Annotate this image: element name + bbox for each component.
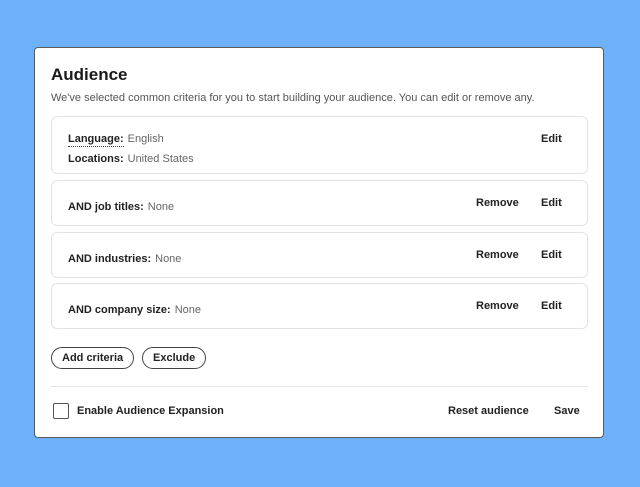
reset-audience-button[interactable]: Reset audience — [448, 405, 529, 417]
language-label: Language: — [68, 133, 124, 147]
criteria-row-company-size: AND company size: None Remove Edit — [51, 283, 588, 329]
company-size-value: None — [174, 304, 201, 316]
audience-expansion-label: Enable Audience Expansion — [77, 405, 224, 417]
add-criteria-button[interactable]: Add criteria — [51, 347, 135, 369]
industries-label: AND industries: — [68, 253, 152, 265]
industries-line: AND industries: None — [68, 249, 181, 267]
panel-subtitle: We've selected common criteria for you t… — [51, 92, 535, 104]
edit-language-button[interactable]: Edit — [541, 133, 562, 145]
footer-divider — [51, 386, 588, 387]
criteria-row-industries: AND industries: None Remove Edit — [51, 232, 588, 278]
industries-value: None — [155, 253, 182, 265]
remove-job-titles-button[interactable]: Remove — [476, 197, 519, 209]
locations-label: Locations: — [68, 153, 124, 165]
language-line: Language: English — [68, 129, 164, 147]
job-titles-line: AND job titles: None — [68, 197, 174, 215]
edit-company-size-button[interactable]: Edit — [541, 300, 562, 312]
audience-expansion-checkbox[interactable] — [53, 403, 69, 419]
save-button[interactable]: Save — [554, 405, 580, 417]
job-titles-label: AND job titles: — [68, 201, 144, 213]
remove-company-size-button[interactable]: Remove — [476, 300, 519, 312]
edit-industries-button[interactable]: Edit — [541, 249, 562, 261]
locations-value: United States — [127, 153, 194, 165]
locations-line: Locations: United States — [68, 149, 194, 167]
language-value: English — [127, 133, 164, 145]
criteria-row-job-titles: AND job titles: None Remove Edit — [51, 180, 588, 226]
company-size-line: AND company size: None — [68, 300, 201, 318]
company-size-label: AND company size: — [68, 304, 171, 316]
edit-job-titles-button[interactable]: Edit — [541, 197, 562, 209]
criteria-row-language-locations: Language: English Locations: United States… — [51, 116, 588, 174]
remove-industries-button[interactable]: Remove — [476, 249, 519, 261]
exclude-button[interactable]: Exclude — [142, 347, 207, 369]
audience-panel: Audience We've selected common criteria … — [34, 47, 604, 438]
job-titles-value: None — [147, 201, 175, 213]
panel-title: Audience — [51, 65, 128, 84]
